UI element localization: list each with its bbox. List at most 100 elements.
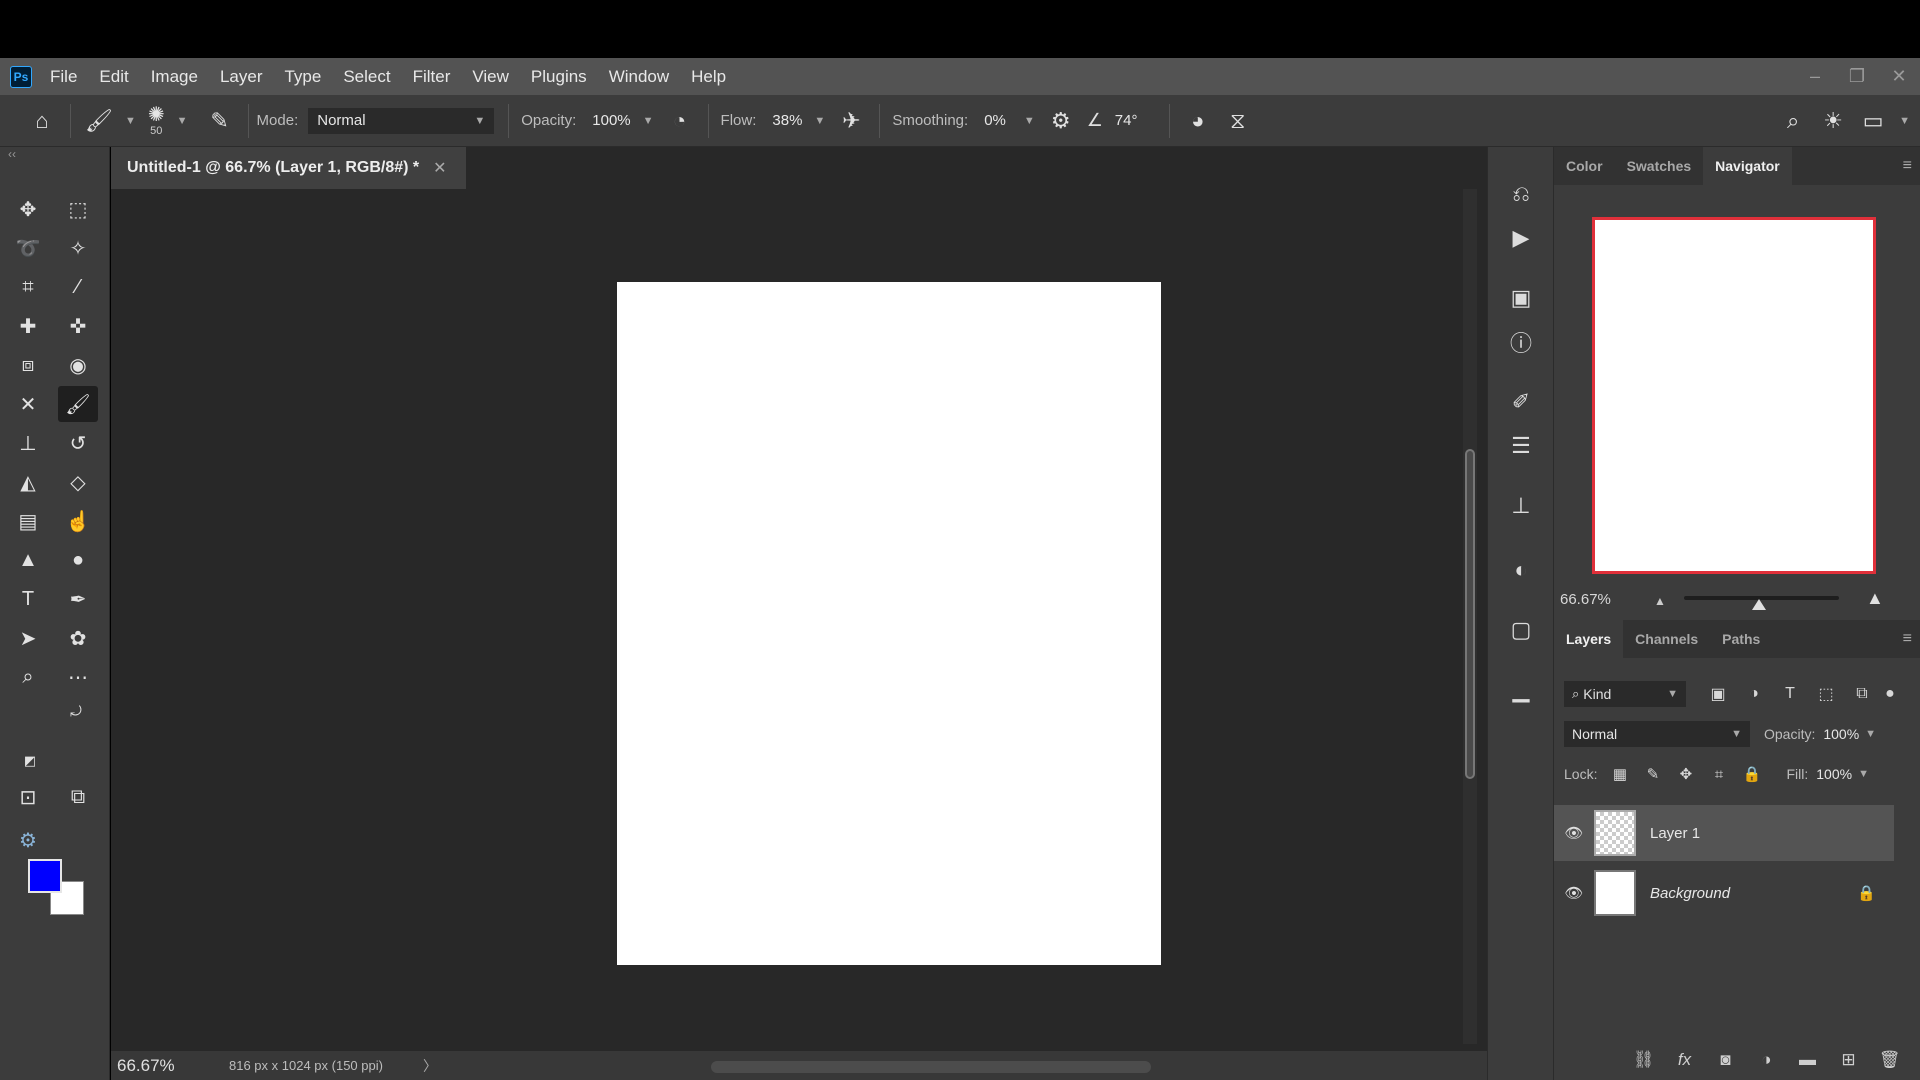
brush-tool-icon[interactable]: 🖌 — [58, 386, 98, 422]
filter-pixel-icon[interactable]: ▣ — [1700, 684, 1736, 704]
default-colors-icon[interactable]: ◩ — [20, 751, 40, 771]
symmetry-icon[interactable]: ⧖ — [1218, 101, 1258, 141]
flow-field[interactable]: 38% ▼ — [766, 107, 832, 134]
crop-tool-icon[interactable]: ⌗ — [8, 269, 48, 305]
menu-filter[interactable]: Filter — [413, 67, 451, 87]
gear-icon[interactable]: ⚙ — [1041, 101, 1081, 141]
adjustment-layer-icon[interactable]: ◑ — [1746, 1050, 1787, 1070]
filter-adjustment-icon[interactable]: ◑ — [1736, 685, 1772, 703]
menu-select[interactable]: Select — [343, 67, 390, 87]
type-tool-icon[interactable]: T — [8, 581, 48, 617]
path-selection-tool-icon[interactable]: ➤ — [8, 620, 48, 656]
delete-layer-icon[interactable]: 🗑 — [1869, 1050, 1910, 1070]
link-layers-icon[interactable]: ⛓ — [1623, 1050, 1664, 1070]
tab-swatches[interactable]: Swatches — [1615, 147, 1704, 185]
zoom-in-icon[interactable]: ▲ — [1866, 588, 1884, 609]
menu-type[interactable]: Type — [284, 67, 321, 87]
tab-layers[interactable]: Layers — [1554, 620, 1624, 658]
lightbulb-icon[interactable]: ☀ — [1813, 101, 1853, 141]
lock-position-icon[interactable]: ✥ — [1669, 765, 1702, 783]
pressure-size-icon[interactable]: ◕ — [1178, 101, 1218, 141]
chevron-down-icon[interactable]: ▼ — [125, 115, 136, 127]
new-group-icon[interactable]: ▬ — [1787, 1050, 1828, 1070]
filter-toggle-icon[interactable]: ● — [1880, 685, 1900, 703]
filter-kind-select[interactable]: ⌕ Kind ▼ — [1564, 681, 1686, 707]
filter-type-icon[interactable]: T — [1772, 685, 1808, 703]
menu-image[interactable]: Image — [151, 67, 198, 87]
adjustments-icon[interactable]: ☰ — [1506, 431, 1536, 461]
healing-brush-tool-icon[interactable]: ✜ — [58, 308, 98, 344]
lock-icon[interactable]: 🔒 — [1857, 884, 1876, 902]
more-tools-icon[interactable]: ⋯ — [58, 659, 98, 695]
horizontal-scrollbar[interactable] — [711, 1061, 1151, 1073]
tab-color[interactable]: Color — [1554, 147, 1615, 185]
vertical-scrollbar[interactable] — [1463, 189, 1477, 1044]
home-icon[interactable]: ⌂ — [22, 101, 62, 141]
magic-wand-tool-icon[interactable]: ✧ — [58, 230, 98, 266]
lock-all-icon[interactable]: 🔒 — [1735, 765, 1768, 783]
chevron-down-icon[interactable]: ▼ — [1899, 115, 1910, 127]
chevron-right-icon[interactable]: 〉 — [423, 1056, 437, 1076]
paint-bucket-tool-icon[interactable]: ◭ — [8, 464, 48, 500]
pen-tool-icon[interactable]: ✒ — [58, 581, 98, 617]
menu-plugins[interactable]: Plugins — [531, 67, 587, 87]
brush-settings-icon[interactable]: ✎ — [200, 101, 240, 141]
chevron-down-icon[interactable]: ▼ — [1858, 768, 1869, 780]
paragraph-icon[interactable]: ▢ — [1506, 615, 1536, 645]
document-info[interactable]: 816 px x 1024 px (150 ppi) — [229, 1058, 383, 1073]
spot-healing-tool-icon[interactable]: ✚ — [8, 308, 48, 344]
menu-window[interactable]: Window — [609, 67, 669, 87]
screen-mode-icon[interactable]: ⧉ — [58, 779, 98, 815]
navigator-zoom-value[interactable]: 66.67% — [1560, 591, 1611, 608]
actions-play-icon[interactable]: ▶ — [1506, 223, 1536, 253]
add-mask-icon[interactable]: ◙ — [1705, 1050, 1746, 1070]
eraser-tool-icon[interactable]: ◇ — [58, 464, 98, 500]
opacity-field[interactable]: 100% ▼ — [586, 107, 660, 134]
layer-name[interactable]: Background — [1650, 885, 1730, 902]
foreground-color-swatch[interactable] — [28, 859, 62, 893]
mode-select[interactable]: Normal ▼ — [308, 107, 495, 134]
chevron-down-icon[interactable]: ▼ — [177, 115, 188, 127]
red-eye-tool-icon[interactable]: ◉ — [58, 347, 98, 383]
airbrush-icon[interactable]: ✈ — [831, 101, 871, 141]
info-icon[interactable]: ⓘ — [1506, 327, 1536, 357]
quick-mask-icon[interactable]: ⊡ — [8, 779, 48, 815]
chevron-down-icon[interactable]: ▼ — [1865, 728, 1876, 740]
document-canvas[interactable] — [617, 282, 1161, 965]
layer-row[interactable]: 👁 Background 🔒 — [1554, 865, 1894, 921]
layer-name[interactable]: Layer 1 — [1650, 825, 1700, 842]
new-layer-icon[interactable]: ⊞ — [1828, 1050, 1869, 1070]
edit-toolbar-icon[interactable]: ⚙ — [8, 822, 48, 858]
move-tool-icon[interactable]: ✥ — [8, 191, 48, 227]
filter-shape-icon[interactable]: ⬚ — [1808, 684, 1844, 704]
histogram-icon[interactable]: ▁ — [1506, 675, 1536, 705]
collapse-panel-icon[interactable]: ‹‹ — [8, 147, 16, 161]
clone-source-icon[interactable]: ⊥ — [1506, 491, 1536, 521]
gradient-tool-icon[interactable]: ▤ — [8, 503, 48, 539]
lasso-tool-icon[interactable]: ➰ — [8, 230, 48, 266]
smoothing-field[interactable]: 0% ▼ — [978, 107, 1041, 134]
search-icon[interactable]: ⌕ — [1773, 101, 1813, 141]
tab-channels[interactable]: Channels — [1623, 620, 1710, 658]
menu-edit[interactable]: Edit — [99, 67, 128, 87]
eye-icon[interactable]: 👁 — [1554, 824, 1594, 842]
zoom-out-icon[interactable]: ▲ — [1654, 594, 1666, 608]
menu-view[interactable]: View — [472, 67, 509, 87]
fill-value[interactable]: 100% — [1816, 766, 1852, 782]
content-aware-move-tool-icon[interactable]: ✕ — [8, 386, 48, 422]
zoom-level[interactable]: 66.67% — [117, 1056, 217, 1076]
sharpen-tool-icon[interactable]: ▲ — [8, 542, 48, 578]
eye-icon[interactable]: 👁 — [1554, 884, 1594, 902]
eyedropper-tool-icon[interactable]: ⁄ — [58, 269, 98, 305]
restore-icon[interactable]: ❐ — [1836, 66, 1878, 87]
close-window-icon[interactable]: ✕ — [1878, 66, 1920, 87]
menu-file[interactable]: File — [50, 67, 77, 87]
marquee-tool-icon[interactable]: ⬚ — [58, 191, 98, 227]
slider-handle[interactable] — [1752, 599, 1766, 610]
layer-row[interactable]: 👁 Layer 1 — [1554, 805, 1894, 861]
panel-menu-icon[interactable]: ≡ — [1903, 157, 1912, 175]
pressure-opacity-icon[interactable]: ◔ — [660, 101, 700, 141]
minimize-icon[interactable]: – — [1794, 66, 1836, 87]
layer-style-icon[interactable]: fx — [1664, 1050, 1705, 1070]
layer-opacity-value[interactable]: 100% — [1823, 726, 1859, 742]
